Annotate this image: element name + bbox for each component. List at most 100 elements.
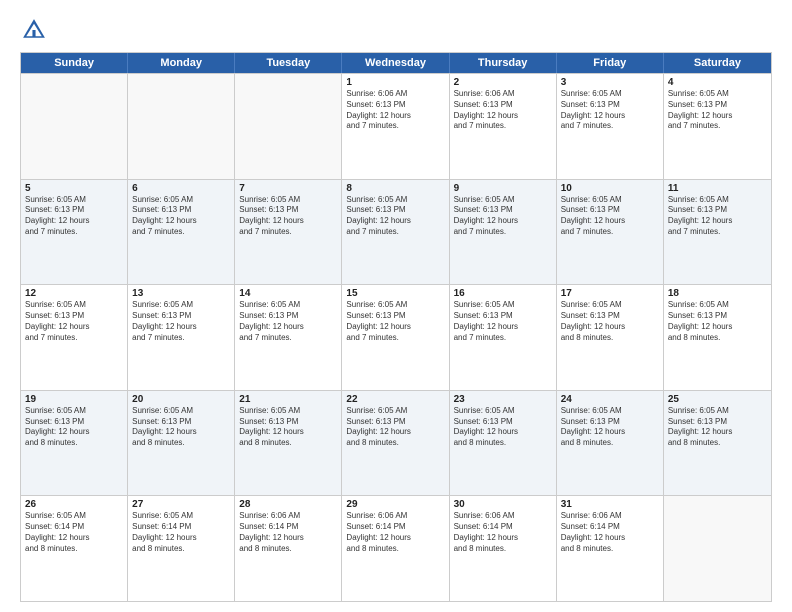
day-number: 15 — [346, 288, 444, 299]
calendar-cell: 12Sunrise: 6:05 AM Sunset: 6:13 PM Dayli… — [21, 285, 128, 390]
cell-info: Sunrise: 6:06 AM Sunset: 6:14 PM Dayligh… — [346, 511, 444, 554]
day-number: 17 — [561, 288, 659, 299]
calendar-cell: 23Sunrise: 6:05 AM Sunset: 6:13 PM Dayli… — [450, 391, 557, 496]
calendar-header-cell: Monday — [128, 53, 235, 73]
day-number: 30 — [454, 499, 552, 510]
calendar-cell: 8Sunrise: 6:05 AM Sunset: 6:13 PM Daylig… — [342, 180, 449, 285]
day-number: 27 — [132, 499, 230, 510]
calendar-cell: 6Sunrise: 6:05 AM Sunset: 6:13 PM Daylig… — [128, 180, 235, 285]
day-number: 10 — [561, 183, 659, 194]
cell-info: Sunrise: 6:05 AM Sunset: 6:14 PM Dayligh… — [25, 511, 123, 554]
calendar-cell: 15Sunrise: 6:05 AM Sunset: 6:13 PM Dayli… — [342, 285, 449, 390]
day-number: 13 — [132, 288, 230, 299]
calendar-cell: 10Sunrise: 6:05 AM Sunset: 6:13 PM Dayli… — [557, 180, 664, 285]
cell-info: Sunrise: 6:05 AM Sunset: 6:14 PM Dayligh… — [132, 511, 230, 554]
cell-info: Sunrise: 6:05 AM Sunset: 6:13 PM Dayligh… — [561, 300, 659, 343]
calendar-cell: 18Sunrise: 6:05 AM Sunset: 6:13 PM Dayli… — [664, 285, 771, 390]
cell-info: Sunrise: 6:05 AM Sunset: 6:13 PM Dayligh… — [454, 300, 552, 343]
day-number: 23 — [454, 394, 552, 405]
calendar-body: 1Sunrise: 6:06 AM Sunset: 6:13 PM Daylig… — [21, 73, 771, 601]
cell-info: Sunrise: 6:05 AM Sunset: 6:13 PM Dayligh… — [25, 195, 123, 238]
calendar-cell: 27Sunrise: 6:05 AM Sunset: 6:14 PM Dayli… — [128, 496, 235, 601]
calendar-header-cell: Friday — [557, 53, 664, 73]
day-number: 14 — [239, 288, 337, 299]
day-number: 3 — [561, 77, 659, 88]
calendar-cell: 2Sunrise: 6:06 AM Sunset: 6:13 PM Daylig… — [450, 74, 557, 179]
day-number: 7 — [239, 183, 337, 194]
calendar-cell: 28Sunrise: 6:06 AM Sunset: 6:14 PM Dayli… — [235, 496, 342, 601]
calendar-row: 19Sunrise: 6:05 AM Sunset: 6:13 PM Dayli… — [21, 390, 771, 496]
calendar-row: 1Sunrise: 6:06 AM Sunset: 6:13 PM Daylig… — [21, 73, 771, 179]
day-number: 29 — [346, 499, 444, 510]
cell-info: Sunrise: 6:05 AM Sunset: 6:13 PM Dayligh… — [25, 300, 123, 343]
day-number: 31 — [561, 499, 659, 510]
day-number: 11 — [668, 183, 767, 194]
calendar-cell: 4Sunrise: 6:05 AM Sunset: 6:13 PM Daylig… — [664, 74, 771, 179]
calendar-cell — [21, 74, 128, 179]
calendar-header-cell: Tuesday — [235, 53, 342, 73]
calendar-cell: 16Sunrise: 6:05 AM Sunset: 6:13 PM Dayli… — [450, 285, 557, 390]
cell-info: Sunrise: 6:06 AM Sunset: 6:13 PM Dayligh… — [454, 89, 552, 132]
calendar-cell: 26Sunrise: 6:05 AM Sunset: 6:14 PM Dayli… — [21, 496, 128, 601]
day-number: 6 — [132, 183, 230, 194]
calendar-cell: 21Sunrise: 6:05 AM Sunset: 6:13 PM Dayli… — [235, 391, 342, 496]
day-number: 5 — [25, 183, 123, 194]
logo-icon — [20, 16, 48, 44]
day-number: 18 — [668, 288, 767, 299]
calendar-cell: 9Sunrise: 6:05 AM Sunset: 6:13 PM Daylig… — [450, 180, 557, 285]
day-number: 21 — [239, 394, 337, 405]
calendar-cell: 30Sunrise: 6:06 AM Sunset: 6:14 PM Dayli… — [450, 496, 557, 601]
calendar-cell: 14Sunrise: 6:05 AM Sunset: 6:13 PM Dayli… — [235, 285, 342, 390]
calendar-cell: 3Sunrise: 6:05 AM Sunset: 6:13 PM Daylig… — [557, 74, 664, 179]
day-number: 26 — [25, 499, 123, 510]
calendar-cell: 25Sunrise: 6:05 AM Sunset: 6:13 PM Dayli… — [664, 391, 771, 496]
day-number: 1 — [346, 77, 444, 88]
cell-info: Sunrise: 6:05 AM Sunset: 6:13 PM Dayligh… — [454, 195, 552, 238]
cell-info: Sunrise: 6:05 AM Sunset: 6:13 PM Dayligh… — [668, 406, 767, 449]
cell-info: Sunrise: 6:05 AM Sunset: 6:13 PM Dayligh… — [561, 406, 659, 449]
calendar-cell: 20Sunrise: 6:05 AM Sunset: 6:13 PM Dayli… — [128, 391, 235, 496]
cell-info: Sunrise: 6:05 AM Sunset: 6:13 PM Dayligh… — [668, 195, 767, 238]
day-number: 20 — [132, 394, 230, 405]
calendar-cell: 31Sunrise: 6:06 AM Sunset: 6:14 PM Dayli… — [557, 496, 664, 601]
calendar-header-cell: Saturday — [664, 53, 771, 73]
calendar-header-cell: Thursday — [450, 53, 557, 73]
calendar-cell: 19Sunrise: 6:05 AM Sunset: 6:13 PM Dayli… — [21, 391, 128, 496]
calendar-cell — [235, 74, 342, 179]
calendar-header-cell: Wednesday — [342, 53, 449, 73]
cell-info: Sunrise: 6:06 AM Sunset: 6:14 PM Dayligh… — [239, 511, 337, 554]
day-number: 24 — [561, 394, 659, 405]
cell-info: Sunrise: 6:05 AM Sunset: 6:13 PM Dayligh… — [561, 89, 659, 132]
header — [20, 16, 772, 44]
cell-info: Sunrise: 6:06 AM Sunset: 6:13 PM Dayligh… — [346, 89, 444, 132]
calendar-cell: 17Sunrise: 6:05 AM Sunset: 6:13 PM Dayli… — [557, 285, 664, 390]
day-number: 2 — [454, 77, 552, 88]
day-number: 12 — [25, 288, 123, 299]
page: SundayMondayTuesdayWednesdayThursdayFrid… — [0, 0, 792, 612]
calendar-row: 5Sunrise: 6:05 AM Sunset: 6:13 PM Daylig… — [21, 179, 771, 285]
cell-info: Sunrise: 6:05 AM Sunset: 6:13 PM Dayligh… — [346, 195, 444, 238]
cell-info: Sunrise: 6:05 AM Sunset: 6:13 PM Dayligh… — [132, 195, 230, 238]
calendar-cell: 1Sunrise: 6:06 AM Sunset: 6:13 PM Daylig… — [342, 74, 449, 179]
calendar-cell: 22Sunrise: 6:05 AM Sunset: 6:13 PM Dayli… — [342, 391, 449, 496]
cell-info: Sunrise: 6:05 AM Sunset: 6:13 PM Dayligh… — [561, 195, 659, 238]
calendar-cell: 11Sunrise: 6:05 AM Sunset: 6:13 PM Dayli… — [664, 180, 771, 285]
calendar-cell — [128, 74, 235, 179]
day-number: 16 — [454, 288, 552, 299]
day-number: 19 — [25, 394, 123, 405]
calendar-cell: 13Sunrise: 6:05 AM Sunset: 6:13 PM Dayli… — [128, 285, 235, 390]
calendar-cell: 29Sunrise: 6:06 AM Sunset: 6:14 PM Dayli… — [342, 496, 449, 601]
calendar-header: SundayMondayTuesdayWednesdayThursdayFrid… — [21, 53, 771, 73]
cell-info: Sunrise: 6:05 AM Sunset: 6:13 PM Dayligh… — [346, 300, 444, 343]
calendar-header-cell: Sunday — [21, 53, 128, 73]
logo — [20, 16, 52, 44]
cell-info: Sunrise: 6:05 AM Sunset: 6:13 PM Dayligh… — [25, 406, 123, 449]
cell-info: Sunrise: 6:05 AM Sunset: 6:13 PM Dayligh… — [239, 195, 337, 238]
calendar-row: 12Sunrise: 6:05 AM Sunset: 6:13 PM Dayli… — [21, 284, 771, 390]
cell-info: Sunrise: 6:05 AM Sunset: 6:13 PM Dayligh… — [132, 300, 230, 343]
cell-info: Sunrise: 6:05 AM Sunset: 6:13 PM Dayligh… — [132, 406, 230, 449]
calendar-cell: 5Sunrise: 6:05 AM Sunset: 6:13 PM Daylig… — [21, 180, 128, 285]
day-number: 9 — [454, 183, 552, 194]
cell-info: Sunrise: 6:06 AM Sunset: 6:14 PM Dayligh… — [454, 511, 552, 554]
cell-info: Sunrise: 6:06 AM Sunset: 6:14 PM Dayligh… — [561, 511, 659, 554]
